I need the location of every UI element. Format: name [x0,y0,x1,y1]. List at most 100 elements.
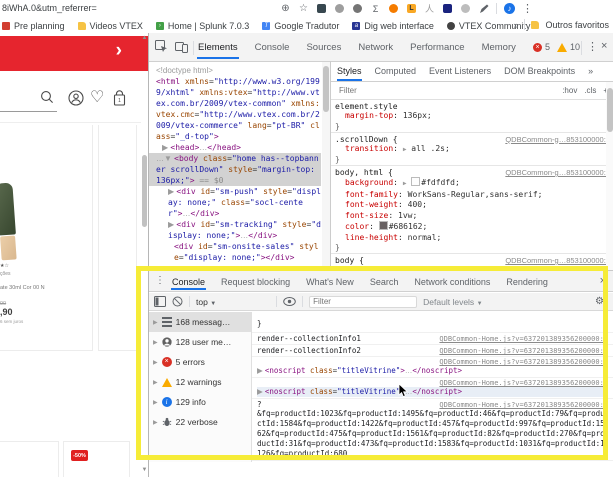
search-input[interactable] [0,111,57,112]
inspect-element-icon[interactable] [155,40,168,53]
scrollbar-thumb[interactable] [607,88,613,132]
device-toolbar-icon[interactable] [175,40,188,53]
source-location-link[interactable]: QDBCommon-Home.js?v=637201389356200000:9 [439,379,608,387]
noscript-log-hovered[interactable]: ▶ <noscript class="titleVitrine">…</nosc… [257,387,608,397]
rule-selector[interactable]: body, html [335,168,383,177]
address-bar[interactable]: 8iWhA.0&utm_referrer= [2,3,97,13]
css-rule-body[interactable]: body {QDBCommon-g…853100000:1 overflow-x… [331,254,613,270]
sidebar-item-warnings[interactable]: ▶ 12 warnings [149,372,251,392]
drawer-tab-search[interactable]: Search [369,272,400,290]
carousel-next-icon[interactable]: › [116,40,122,62]
account-icon[interactable] [68,90,84,106]
drawer-tab-whats-new[interactable]: What's New [305,272,355,290]
product-card[interactable] [0,441,59,477]
source-location-link[interactable]: QDBCommon-Home.js?v=637201389356200000:9 [439,401,608,409]
bookmarks-overflow-chevron[interactable]: » [513,20,518,30]
styles-filter-input[interactable] [337,85,555,96]
install-page-icon[interactable]: ⊕ [280,3,291,14]
tab-computed[interactable]: Computed [375,66,417,76]
extension-icon[interactable] [460,3,471,14]
body-node-selected[interactable]: …▼ <body class="home has--topbanner scro… [149,153,321,186]
toggle-classes[interactable]: .cls [584,86,596,95]
drawer-close-icon[interactable]: × [600,275,606,287]
stylesheet-link[interactable]: QDBCommon-g…853100000:1 [505,168,610,177]
extension-icon[interactable] [442,3,453,14]
clear-console-icon[interactable] [172,296,183,307]
styles-tabs-overflow-chevron[interactable]: » [588,66,593,76]
extension-icon[interactable] [388,3,399,14]
console-row[interactable]: ?QDBCommon-Home.js?v=637201389356200000:… [252,399,613,461]
css-property[interactable]: margin-top: 136px; [335,111,610,122]
media-note-icon[interactable]: ♪ [504,3,515,14]
css-property[interactable]: font-weight: 400; [335,200,610,211]
expand-icon[interactable]: ▶ [153,359,158,366]
tab-network[interactable]: Network [357,35,394,59]
sidebar-item-verbose[interactable]: ▶ 22 verbose [149,412,251,432]
tab-elements[interactable]: Elements [197,35,239,59]
tab-console[interactable]: Console [254,35,291,59]
color-swatch[interactable] [411,177,420,186]
console-row[interactable]: } [252,312,613,333]
extension-shield-icon[interactable] [316,3,327,14]
rule-selector[interactable]: body [335,256,354,265]
scrollbar-thumb[interactable] [142,155,147,227]
tab-styles[interactable]: Styles [337,61,362,81]
css-rule-body-html[interactable]: body, html {QDBCommon-g…853100000:1 back… [331,166,613,254]
console-row[interactable]: render--collectionInfo1QDBCommon-Home.js… [252,333,613,345]
drawer-menu-icon[interactable]: ⋮ [155,275,165,286]
expand-icon[interactable]: ▶ [153,419,158,426]
warning-counter[interactable]: 10 [557,42,580,52]
styles-scrollbar[interactable] [606,82,613,270]
css-rule-element-style[interactable]: element.style{ margin-top: 136px; } [331,100,613,133]
devtools-close-icon[interactable]: × [601,40,607,52]
drawer-tab-network-conditions[interactable]: Network conditions [413,272,491,290]
bookmark-dig-web[interactable]: aDig web interface [352,21,434,31]
color-swatch[interactable] [379,221,388,230]
tab-performance[interactable]: Performance [409,35,465,59]
query-string-log[interactable]: &fq=productId:1023&fq=productId:1495&fq=… [257,409,608,459]
log-levels-selector[interactable]: Default levels ▼ [423,297,482,307]
extension-icon[interactable]: 人 [424,3,435,14]
extension-lastpass-icon[interactable]: L [406,3,417,14]
doctype-node[interactable]: <!doctype html> [156,65,321,76]
console-filter-input[interactable] [309,296,417,308]
stylesheet-link[interactable]: QDBCommon-g…853100000:1 [505,256,610,265]
search-icon[interactable] [40,90,54,104]
extension-sigma-icon[interactable]: Σ [370,3,381,14]
div-sm-tracking-node[interactable]: ▶ <div id="sm-tracking" style="display: … [156,219,321,241]
wishlist-heart-icon[interactable]: ♡ [90,87,104,107]
tab-dom-breakpoints[interactable]: DOM Breakpoints [504,66,575,76]
hero-banner[interactable]: › [0,36,148,71]
page-scrollbar[interactable]: ▲ ▼ [141,33,148,477]
sidebar-item-info[interactable]: ▶ i 129 info [149,392,251,412]
other-bookmarks-label[interactable]: Outros favoritos [545,20,609,30]
css-property[interactable]: transition: ▶ all .2s; [335,144,610,156]
elements-tree[interactable]: <!doctype html> <html xmlns="http://www.… [149,62,321,270]
sidebar-item-all-messages[interactable]: ▶ 168 messag… [149,312,251,332]
bookmark-videos-vtex[interactable]: Videos VTEX [78,21,143,31]
head-node[interactable]: ▶ <head>…</head> [156,142,321,153]
sidebar-item-user-messages[interactable]: ▶ 128 user me… [149,332,251,352]
product-name[interactable]: ate 30ml Cor 00 N [0,285,45,291]
expand-icon[interactable]: ▶ [153,339,158,346]
console-settings-gear-icon[interactable]: ⚙ [595,296,604,307]
drawer-tab-rendering[interactable]: Rendering [505,272,549,290]
expand-icon[interactable]: ▶ [153,399,158,406]
source-location-link[interactable]: QDBCommon-Home.js?v=637201389356200000:9 [439,358,608,366]
console-row[interactable]: render--collectionInfo2QDBCommon-Home.js… [252,345,613,357]
console-row[interactable]: QDBCommon-Home.js?v=637201389356200000:9… [252,357,613,378]
bookmark-splunk[interactable]: ›Home | Splunk 7.0.3 [156,21,249,31]
css-property[interactable]: font-size: 1vw; [335,211,610,222]
extension-pen-icon[interactable] [478,3,489,14]
bookmark-pre-planning[interactable]: Pre planning [2,21,65,31]
noscript-log[interactable]: ▶ <noscript class="titleVitrine">…</nosc… [257,366,608,376]
source-location-link[interactable]: QDBCommon-Home.js?v=637201389356200000:9 [439,335,608,343]
bookmark-google-tradutor[interactable]: TGoogle Tradutor [262,21,339,31]
rule-selector[interactable]: .scrollDown [335,135,388,144]
tab-memory[interactable]: Memory [481,35,517,59]
cart-bag-icon[interactable]: 1 [111,90,128,107]
stylesheet-link[interactable]: QDBCommon-g…853100000:1 [505,135,610,144]
error-counter[interactable]: × 5 [533,42,550,52]
scroll-up-icon[interactable]: ▲ [141,35,148,41]
browser-menu-icon[interactable]: ⋮ [522,3,533,14]
